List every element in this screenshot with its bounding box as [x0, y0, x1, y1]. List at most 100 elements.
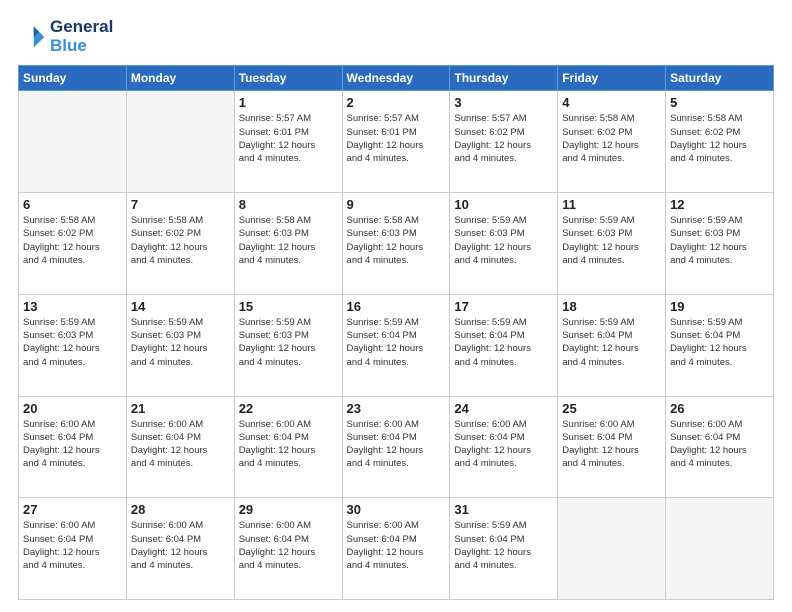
- day-number: 31: [454, 502, 553, 517]
- calendar-cell: 14 Sunrise: 5:59 AMSunset: 6:03 PMDayligh…: [126, 294, 234, 396]
- day-number: 8: [239, 197, 338, 212]
- day-number: 7: [131, 197, 230, 212]
- day-number: 27: [23, 502, 122, 517]
- day-info: Sunrise: 5:58 AMSunset: 6:02 PMDaylight:…: [131, 214, 230, 267]
- day-info: Sunrise: 5:58 AMSunset: 6:03 PMDaylight:…: [239, 214, 338, 267]
- day-info: Sunrise: 5:58 AMSunset: 6:02 PMDaylight:…: [670, 112, 769, 165]
- day-number: 29: [239, 502, 338, 517]
- calendar-cell: 11 Sunrise: 5:59 AMSunset: 6:03 PMDayligh…: [558, 193, 666, 295]
- calendar-cell: 7 Sunrise: 5:58 AMSunset: 6:02 PMDaylight…: [126, 193, 234, 295]
- calendar-cell: [666, 498, 774, 600]
- day-info: Sunrise: 5:59 AMSunset: 6:03 PMDaylight:…: [670, 214, 769, 267]
- calendar-week-3: 20Sunrise: 6:00 AMSunset: 6:04 PMDayligh…: [19, 396, 774, 498]
- day-number: 16: [347, 299, 446, 314]
- day-info: Sunrise: 6:00 AMSunset: 6:04 PMDaylight:…: [131, 519, 230, 572]
- day-number: 25: [562, 401, 661, 416]
- day-number: 22: [239, 401, 338, 416]
- calendar-cell: 9 Sunrise: 5:58 AMSunset: 6:03 PMDaylight…: [342, 193, 450, 295]
- day-number: 14: [131, 299, 230, 314]
- day-info: Sunrise: 6:00 AMSunset: 6:04 PMDaylight:…: [23, 519, 122, 572]
- calendar-cell: 23Sunrise: 6:00 AMSunset: 6:04 PMDayligh…: [342, 396, 450, 498]
- day-number: 17: [454, 299, 553, 314]
- day-info: Sunrise: 6:00 AMSunset: 6:04 PMDaylight:…: [23, 418, 122, 471]
- day-number: 13: [23, 299, 122, 314]
- calendar-cell: 17 Sunrise: 5:59 AMSunset: 6:04 PMDayligh…: [450, 294, 558, 396]
- calendar-cell: 12 Sunrise: 5:59 AMSunset: 6:03 PMDayligh…: [666, 193, 774, 295]
- logo-text: General Blue: [50, 18, 113, 55]
- day-info: Sunrise: 5:59 AMSunset: 6:04 PMDaylight:…: [670, 316, 769, 369]
- day-info: Sunrise: 5:59 AMSunset: 6:03 PMDaylight:…: [23, 316, 122, 369]
- calendar-cell: 25Sunrise: 6:00 AMSunset: 6:04 PMDayligh…: [558, 396, 666, 498]
- calendar-cell: 31Sunrise: 5:59 AMSunset: 6:04 PMDayligh…: [450, 498, 558, 600]
- logo-icon: [18, 23, 46, 51]
- day-number: 5: [670, 95, 769, 110]
- calendar-cell: 4 Sunrise: 5:58 AMSunset: 6:02 PMDaylight…: [558, 91, 666, 193]
- calendar-week-0: 1 Sunrise: 5:57 AMSunset: 6:01 PMDaylight…: [19, 91, 774, 193]
- day-number: 4: [562, 95, 661, 110]
- calendar-cell: 5 Sunrise: 5:58 AMSunset: 6:02 PMDaylight…: [666, 91, 774, 193]
- calendar-cell: 18 Sunrise: 5:59 AMSunset: 6:04 PMDayligh…: [558, 294, 666, 396]
- weekday-header-thursday: Thursday: [450, 66, 558, 91]
- day-number: 28: [131, 502, 230, 517]
- day-number: 2: [347, 95, 446, 110]
- calendar-cell: 2 Sunrise: 5:57 AMSunset: 6:01 PMDaylight…: [342, 91, 450, 193]
- day-info: Sunrise: 6:00 AMSunset: 6:04 PMDaylight:…: [131, 418, 230, 471]
- day-info: Sunrise: 5:59 AMSunset: 6:04 PMDaylight:…: [562, 316, 661, 369]
- day-info: Sunrise: 6:00 AMSunset: 6:04 PMDaylight:…: [670, 418, 769, 471]
- calendar-cell: [126, 91, 234, 193]
- day-info: Sunrise: 5:59 AMSunset: 6:03 PMDaylight:…: [454, 214, 553, 267]
- calendar-cell: 26 Sunrise: 6:00 AMSunset: 6:04 PMDayligh…: [666, 396, 774, 498]
- calendar-week-2: 13 Sunrise: 5:59 AMSunset: 6:03 PMDayligh…: [19, 294, 774, 396]
- weekday-header-saturday: Saturday: [666, 66, 774, 91]
- day-info: Sunrise: 5:59 AMSunset: 6:04 PMDaylight:…: [454, 316, 553, 369]
- weekday-header-tuesday: Tuesday: [234, 66, 342, 91]
- day-info: Sunrise: 5:59 AMSunset: 6:03 PMDaylight:…: [131, 316, 230, 369]
- calendar-cell: 6Sunrise: 5:58 AMSunset: 6:02 PMDaylight…: [19, 193, 127, 295]
- calendar-cell: 3Sunrise: 5:57 AMSunset: 6:02 PMDaylight…: [450, 91, 558, 193]
- day-info: Sunrise: 5:57 AMSunset: 6:01 PMDaylight:…: [239, 112, 338, 165]
- page: General Blue SundayMondayTuesdayWednesda…: [0, 0, 792, 612]
- day-number: 24: [454, 401, 553, 416]
- day-info: Sunrise: 5:59 AMSunset: 6:03 PMDaylight:…: [562, 214, 661, 267]
- calendar-cell: 1 Sunrise: 5:57 AMSunset: 6:01 PMDaylight…: [234, 91, 342, 193]
- day-info: Sunrise: 5:58 AMSunset: 6:02 PMDaylight:…: [562, 112, 661, 165]
- day-number: 18: [562, 299, 661, 314]
- day-number: 1: [239, 95, 338, 110]
- day-number: 21: [131, 401, 230, 416]
- calendar-cell: 27 Sunrise: 6:00 AMSunset: 6:04 PMDayligh…: [19, 498, 127, 600]
- day-info: Sunrise: 5:59 AMSunset: 6:04 PMDaylight:…: [347, 316, 446, 369]
- day-info: Sunrise: 6:00 AMSunset: 6:04 PMDaylight:…: [347, 519, 446, 572]
- calendar-cell: 16 Sunrise: 5:59 AMSunset: 6:04 PMDayligh…: [342, 294, 450, 396]
- day-info: Sunrise: 5:58 AMSunset: 6:02 PMDaylight:…: [23, 214, 122, 267]
- calendar-cell: 24Sunrise: 6:00 AMSunset: 6:04 PMDayligh…: [450, 396, 558, 498]
- calendar-cell: 22 Sunrise: 6:00 AMSunset: 6:04 PMDayligh…: [234, 396, 342, 498]
- day-number: 15: [239, 299, 338, 314]
- day-number: 12: [670, 197, 769, 212]
- day-info: Sunrise: 6:00 AMSunset: 6:04 PMDaylight:…: [239, 418, 338, 471]
- day-info: Sunrise: 5:57 AMSunset: 6:02 PMDaylight:…: [454, 112, 553, 165]
- weekday-header-row: SundayMondayTuesdayWednesdayThursdayFrid…: [19, 66, 774, 91]
- weekday-header-sunday: Sunday: [19, 66, 127, 91]
- calendar-cell: [19, 91, 127, 193]
- logo: General Blue: [18, 18, 113, 55]
- calendar-table: SundayMondayTuesdayWednesdayThursdayFrid…: [18, 65, 774, 600]
- day-number: 26: [670, 401, 769, 416]
- day-number: 19: [670, 299, 769, 314]
- day-number: 10: [454, 197, 553, 212]
- calendar-week-1: 6Sunrise: 5:58 AMSunset: 6:02 PMDaylight…: [19, 193, 774, 295]
- weekday-header-friday: Friday: [558, 66, 666, 91]
- day-info: Sunrise: 5:58 AMSunset: 6:03 PMDaylight:…: [347, 214, 446, 267]
- calendar-cell: 20Sunrise: 6:00 AMSunset: 6:04 PMDayligh…: [19, 396, 127, 498]
- day-number: 30: [347, 502, 446, 517]
- calendar-cell: 29 Sunrise: 6:00 AMSunset: 6:04 PMDayligh…: [234, 498, 342, 600]
- weekday-header-wednesday: Wednesday: [342, 66, 450, 91]
- calendar-cell: 19 Sunrise: 5:59 AMSunset: 6:04 PMDayligh…: [666, 294, 774, 396]
- day-number: 9: [347, 197, 446, 212]
- calendar-cell: 15Sunrise: 5:59 AMSunset: 6:03 PMDayligh…: [234, 294, 342, 396]
- day-number: 11: [562, 197, 661, 212]
- day-info: Sunrise: 6:00 AMSunset: 6:04 PMDaylight:…: [347, 418, 446, 471]
- day-info: Sunrise: 6:00 AMSunset: 6:04 PMDaylight:…: [239, 519, 338, 572]
- calendar-cell: 21 Sunrise: 6:00 AMSunset: 6:04 PMDayligh…: [126, 396, 234, 498]
- calendar-cell: 10 Sunrise: 5:59 AMSunset: 6:03 PMDayligh…: [450, 193, 558, 295]
- day-info: Sunrise: 5:57 AMSunset: 6:01 PMDaylight:…: [347, 112, 446, 165]
